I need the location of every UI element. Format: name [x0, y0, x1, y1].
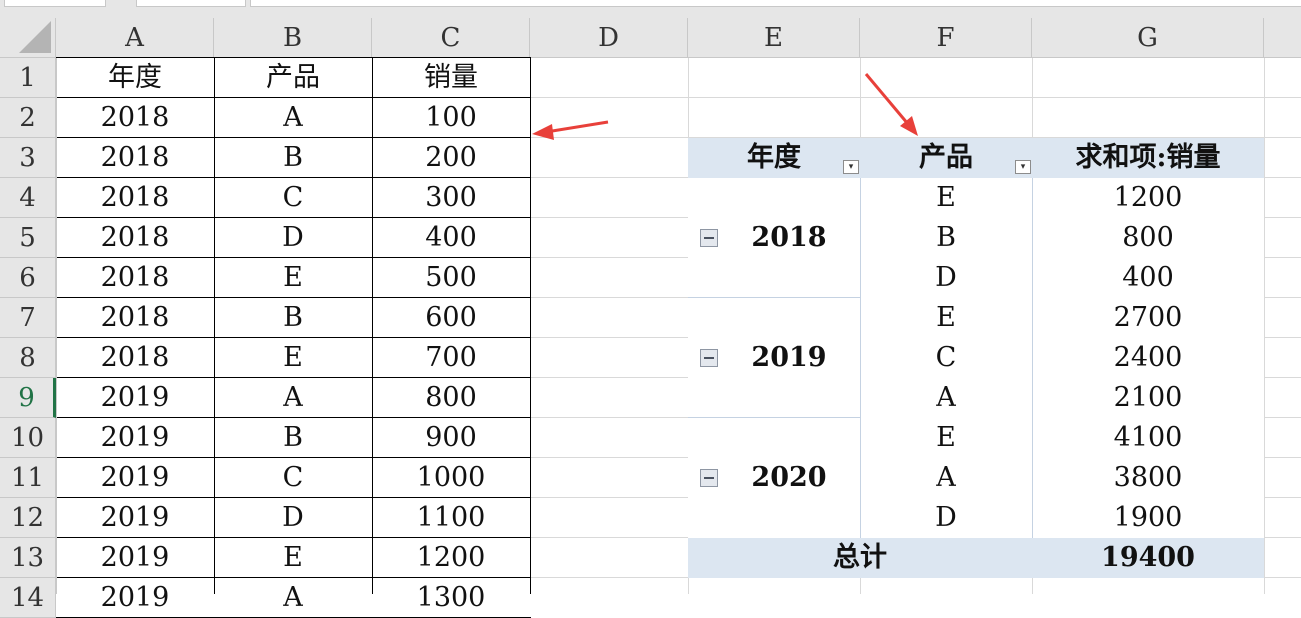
- arrow-left-icon: [532, 120, 609, 140]
- sheet-tab-strip: [0, 0, 1301, 18]
- formula-area[interactable]: [250, 0, 1301, 7]
- annotation-arrows: [532, 73, 918, 140]
- spreadsheet-grid: A B C D E F G 1 2 3 4 5 6 7 8 9 10 11 12…: [0, 18, 1301, 618]
- tab-left[interactable]: [4, 0, 106, 7]
- arrow-down-icon: [864, 73, 918, 136]
- tab-middle[interactable]: [136, 0, 246, 7]
